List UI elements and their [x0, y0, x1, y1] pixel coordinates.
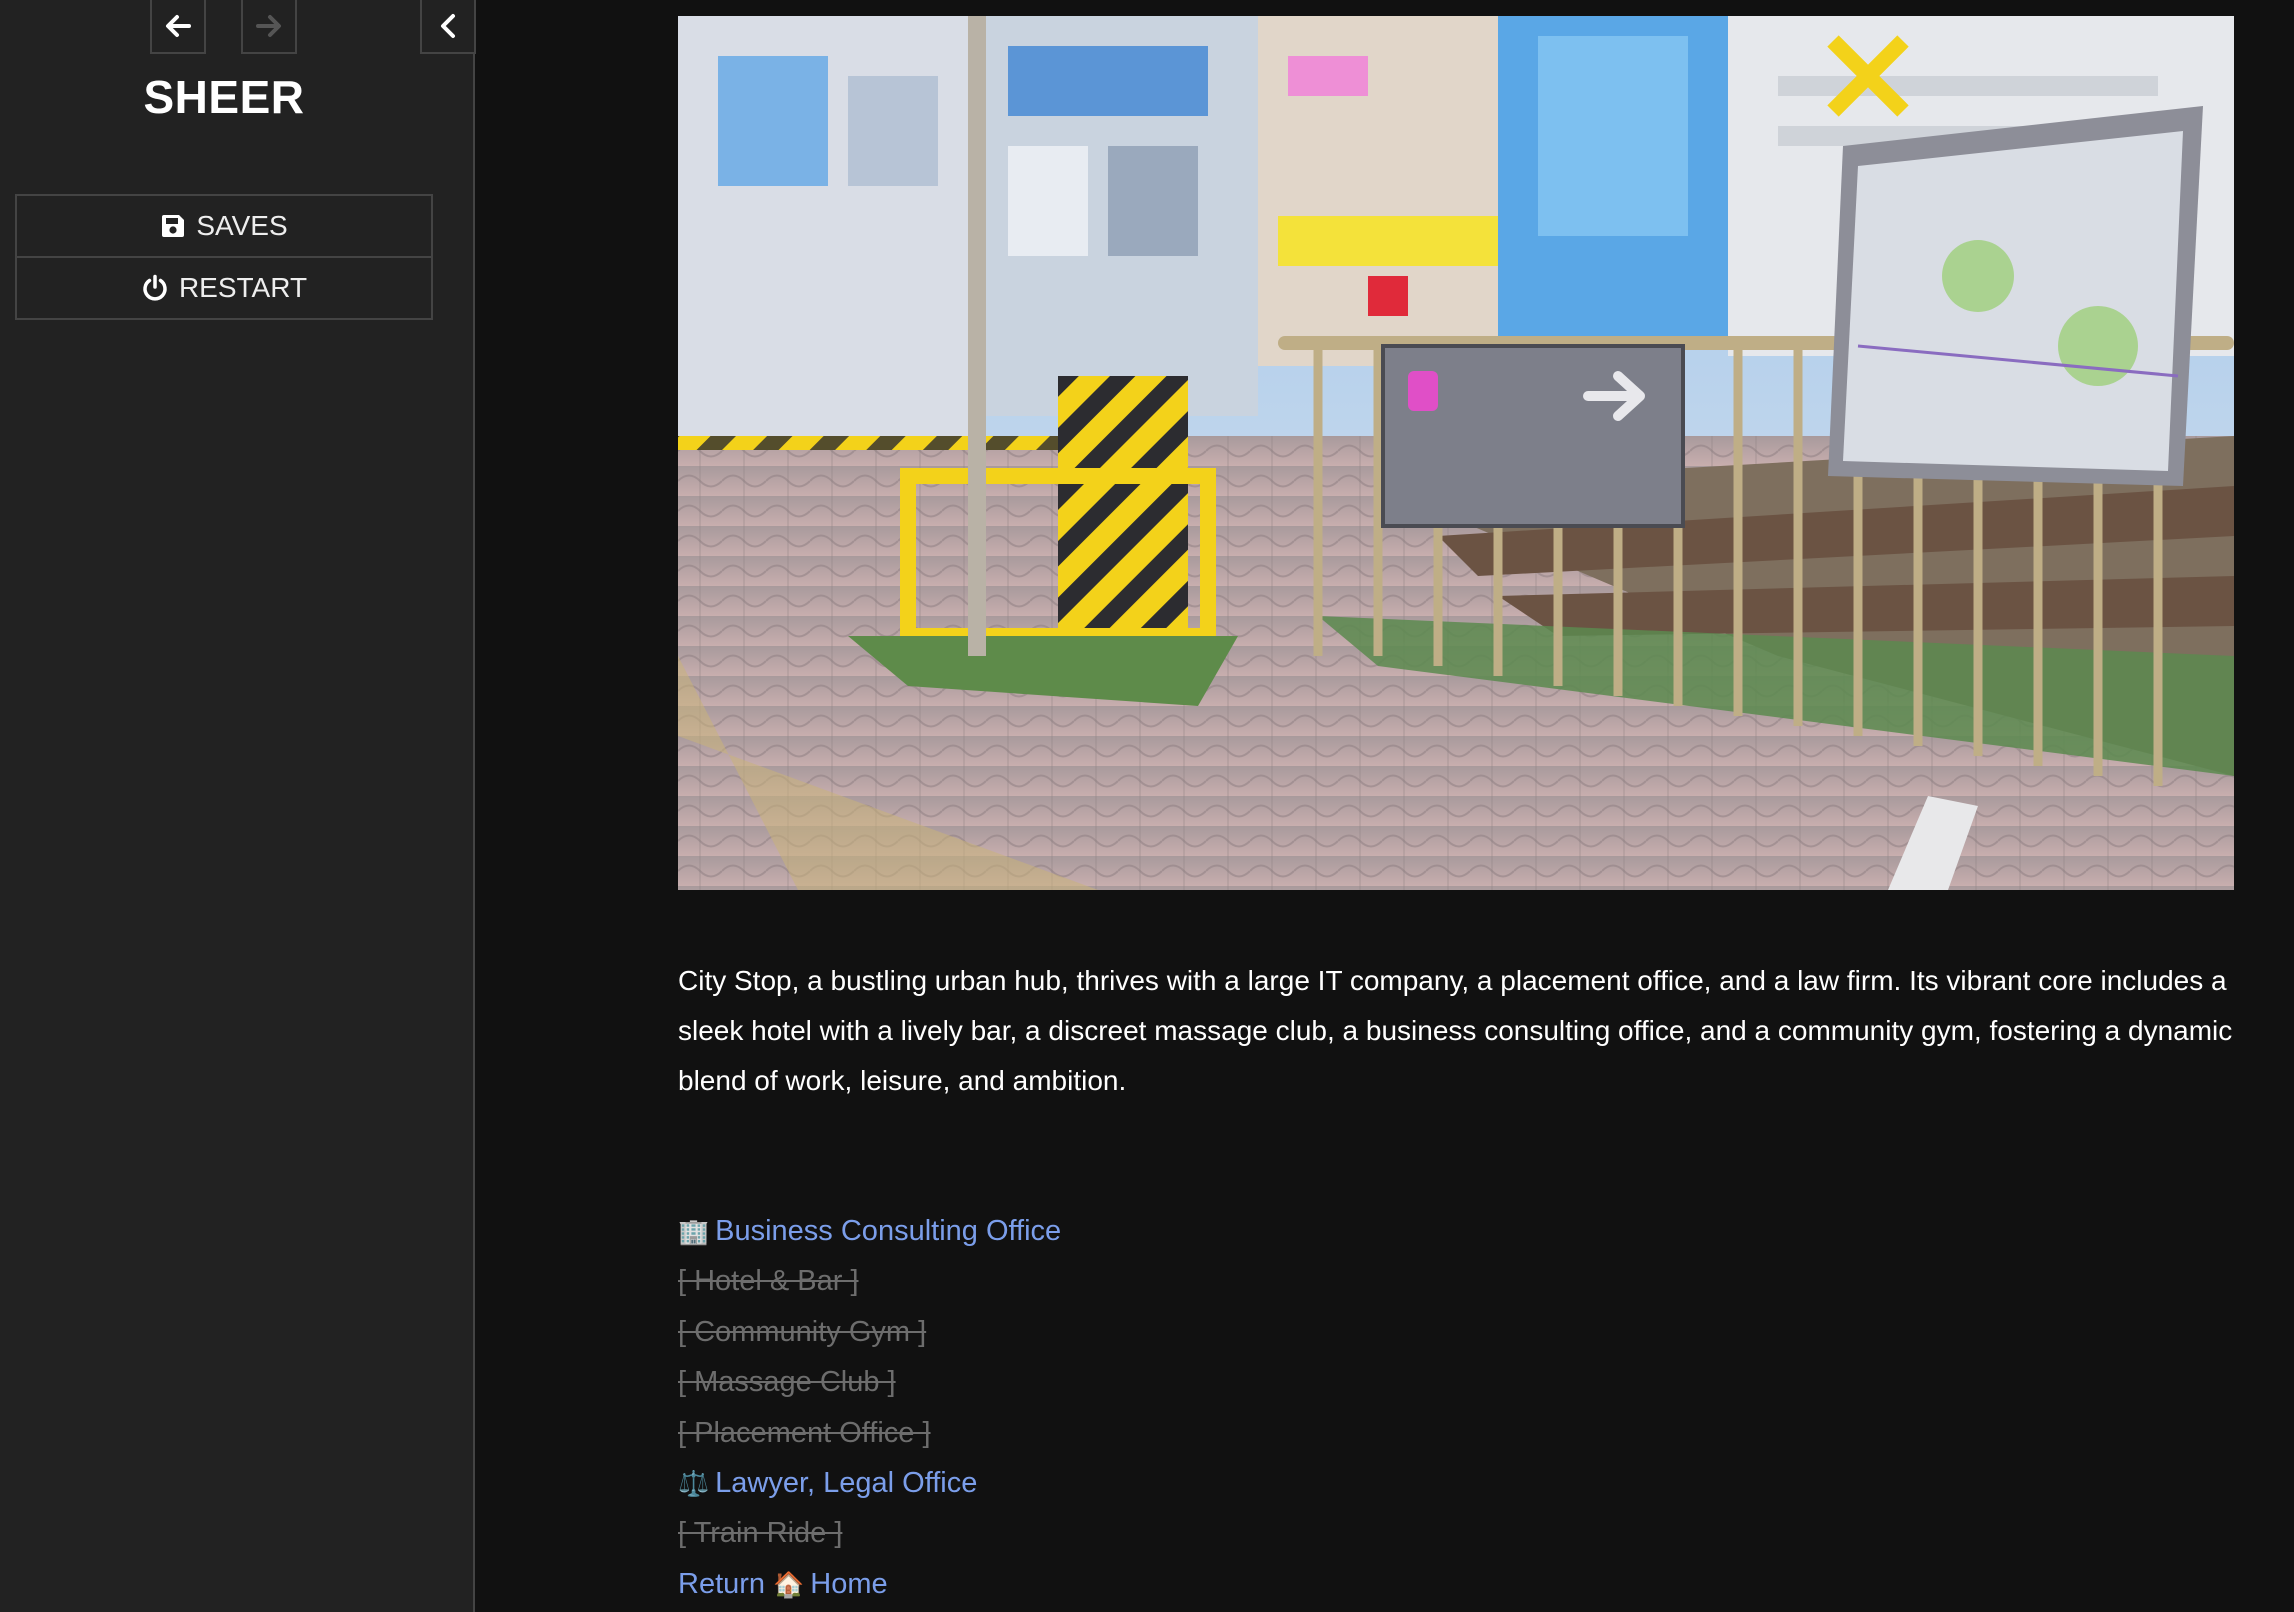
- office-building-icon: 🏢: [678, 1217, 710, 1246]
- chevron-left-icon: [441, 14, 455, 38]
- arrow-right-icon: [256, 15, 281, 37]
- history-back-button[interactable]: [150, 0, 206, 54]
- link-row-gym: [ Community Gym ]: [678, 1307, 2234, 1357]
- saves-label: SAVES: [196, 210, 288, 241]
- hotel-bar-disabled: [ Hotel & Bar ]: [678, 1265, 859, 1298]
- house-icon: 🏠: [773, 1569, 805, 1599]
- business-consulting-link[interactable]: Business Consulting Office: [715, 1215, 1061, 1247]
- restart-label: RESTART: [178, 272, 308, 303]
- location-links: 🏢 Business Consulting Office [ Hotel & Ba…: [678, 1206, 2234, 1609]
- return-label: Return: [678, 1567, 766, 1600]
- link-row-return-home: Return 🏠 Home: [678, 1559, 2234, 1609]
- passage: City Stop, a bustling urban hub, thrives…: [678, 16, 2234, 1609]
- sidebar-toggle-button[interactable]: [420, 0, 476, 54]
- return-home-link[interactable]: Return 🏠 Home: [678, 1568, 888, 1600]
- history-forward-button[interactable]: [241, 0, 297, 54]
- story-title: SHEER: [143, 71, 305, 123]
- saves-button[interactable]: SAVES: [17, 196, 431, 256]
- link-row-train: [ Train Ride ]: [678, 1508, 2234, 1558]
- lawyer-legal-office-link[interactable]: Lawyer, Legal Office: [715, 1467, 977, 1499]
- massage-club-disabled: [ Massage Club ]: [678, 1366, 896, 1399]
- home-label: Home: [810, 1567, 888, 1600]
- power-icon: [143, 274, 167, 301]
- save-icon: [162, 215, 185, 237]
- community-gym-disabled: [ Community Gym ]: [678, 1315, 927, 1348]
- link-row-massage: [ Massage Club ]: [678, 1357, 2234, 1407]
- link-row-placement: [ Placement Office ]: [678, 1408, 2234, 1458]
- sidebar-menu: SAVES RESTART: [15, 194, 433, 320]
- link-row-hotel: [ Hotel & Bar ]: [678, 1256, 2234, 1306]
- restart-button[interactable]: RESTART: [17, 256, 431, 318]
- placement-office-disabled: [ Placement Office ]: [678, 1416, 931, 1449]
- passage-description: City Stop, a bustling urban hub, thrives…: [678, 965, 2233, 1096]
- link-row-business: 🏢 Business Consulting Office: [678, 1206, 2234, 1256]
- sidebar: SHEER SAVES RESTART: [0, 0, 476, 1612]
- train-ride-disabled: [ Train Ride ]: [678, 1517, 843, 1550]
- scales-icon: ⚖️: [678, 1468, 710, 1498]
- arrow-left-icon: [166, 15, 191, 37]
- scene-image: [678, 16, 2234, 890]
- link-row-lawyer: ⚖️ Lawyer, Legal Office: [678, 1458, 2234, 1508]
